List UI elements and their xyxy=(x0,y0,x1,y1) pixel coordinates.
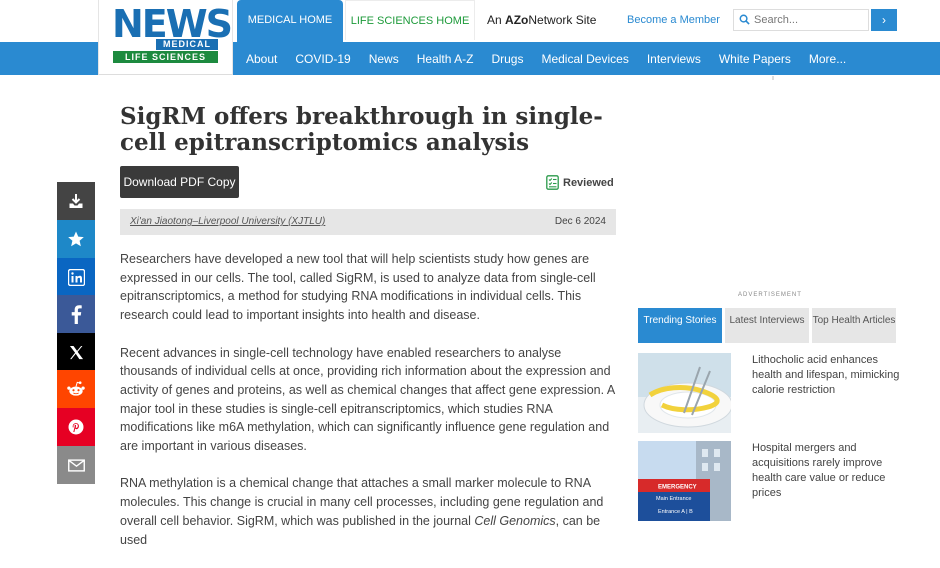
advertisement-label: ADVERTISEMENT xyxy=(738,292,802,298)
site-logo[interactable]: NEWS MEDICAL LIFE SCIENCES xyxy=(98,0,233,75)
logo-life-sciences: LIFE SCIENCES xyxy=(113,51,218,63)
tab-top-health-articles[interactable]: Top Health Articles xyxy=(812,308,896,343)
nav-white-papers[interactable]: White Papers xyxy=(719,52,791,66)
search-button[interactable]: › xyxy=(871,9,897,31)
nav-covid-19[interactable]: COVID-19 xyxy=(295,52,350,66)
story-title-2[interactable]: Hospital mergers and acquisitions rarely… xyxy=(752,441,900,501)
reddit-icon xyxy=(67,381,85,396)
share-download-button[interactable] xyxy=(57,182,95,220)
share-reddit-button[interactable] xyxy=(57,370,95,408)
article-source-link[interactable]: Xi'an Jiaotong–Liverpool University (XJT… xyxy=(130,209,325,235)
share-facebook-button[interactable] xyxy=(57,295,95,333)
article-meta-bar: Xi'an Jiaotong–Liverpool University (XJT… xyxy=(120,209,616,235)
article-date: Dec 6 2024 xyxy=(554,216,606,227)
network-prefix: An xyxy=(487,13,502,27)
search-placeholder: Search... xyxy=(754,14,799,26)
become-member-link[interactable]: Become a Member xyxy=(627,14,720,26)
nav-medical-devices[interactable]: Medical Devices xyxy=(541,52,628,66)
article-paragraph-3: RNA methylation is a chemical change tha… xyxy=(120,474,620,549)
checklist-icon xyxy=(546,175,559,190)
download-icon xyxy=(69,194,83,208)
search-input[interactable]: Search... xyxy=(733,9,869,31)
logo-medical: MEDICAL xyxy=(156,39,218,50)
sign-emergency-text: EMERGENCY xyxy=(658,485,697,491)
story-title-1[interactable]: Lithocholic acid enhances health and lif… xyxy=(752,353,900,398)
nav-health-a-z[interactable]: Health A-Z xyxy=(417,52,474,66)
logo-news: NEWS xyxy=(112,2,233,46)
share-x-button[interactable] xyxy=(57,333,95,371)
journal-name: Cell Genomics xyxy=(474,513,556,528)
facebook-icon xyxy=(71,304,82,324)
share-bookmark-button[interactable] xyxy=(57,220,95,258)
share-linkedin-button[interactable] xyxy=(57,258,95,296)
sign-main-entrance-text: Main Entrance xyxy=(656,496,691,502)
article-body: Researchers have developed a new tool th… xyxy=(120,250,620,568)
tab-medical-home[interactable]: MEDICAL HOME xyxy=(237,0,343,42)
tab-trending-stories[interactable]: Trending Stories xyxy=(638,308,722,343)
ad-slot-marker xyxy=(772,76,774,80)
nav-more[interactable]: More... xyxy=(809,52,846,66)
star-icon xyxy=(68,231,84,247)
main-nav: About COVID-19 News Health A-Z Drugs Med… xyxy=(246,42,864,75)
network-badge[interactable]: An AZoNetwork Site xyxy=(487,13,596,27)
pinterest-icon xyxy=(68,419,84,435)
download-pdf-button[interactable]: Download PDF Copy xyxy=(120,166,239,198)
network-suffix: Network Site xyxy=(528,13,597,27)
nav-interviews[interactable]: Interviews xyxy=(647,52,701,66)
share-pinterest-button[interactable] xyxy=(57,408,95,446)
nav-drugs[interactable]: Drugs xyxy=(491,52,523,66)
tab-life-sciences-home[interactable]: LIFE SCIENCES HOME xyxy=(345,0,475,40)
nav-about[interactable]: About xyxy=(246,52,277,66)
tab-latest-interviews[interactable]: Latest Interviews xyxy=(725,308,809,343)
sign-entrance-ab-text: Entrance A | B xyxy=(658,509,693,515)
reviewed-label: Reviewed xyxy=(563,176,614,189)
article-paragraph-1: Researchers have developed a new tool th… xyxy=(120,252,596,323)
network-brand: AZo xyxy=(505,13,529,27)
search-icon xyxy=(739,14,750,25)
article-title: SigRM offers breakthrough in single-cell… xyxy=(120,103,603,156)
nav-news[interactable]: News xyxy=(369,52,399,66)
share-email-button[interactable] xyxy=(57,446,95,484)
linkedin-icon xyxy=(67,268,85,286)
story-image-hospital-sign[interactable]: EMERGENCY Main Entrance Entrance A | B xyxy=(638,441,731,521)
x-icon xyxy=(69,345,83,359)
story-image-measuring-tape[interactable] xyxy=(638,353,731,433)
email-icon xyxy=(67,458,85,472)
reviewed-badge: Reviewed xyxy=(546,175,614,190)
article-paragraph-2: Recent advances in single-cell technolog… xyxy=(120,345,615,454)
